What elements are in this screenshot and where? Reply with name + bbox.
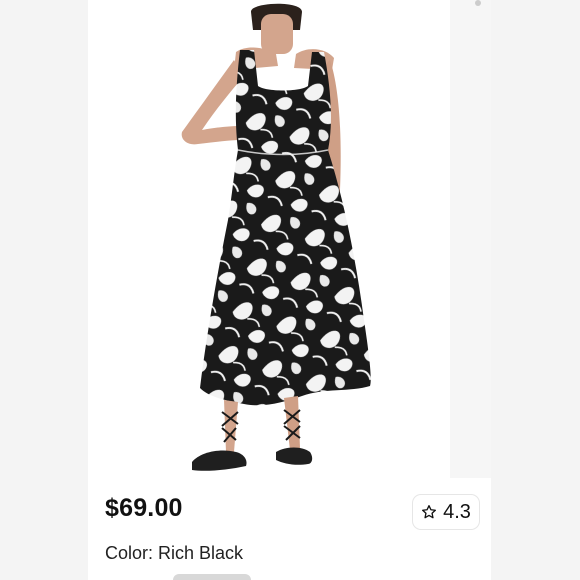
rating-value: 4.3 — [443, 500, 471, 523]
star-outline-icon — [422, 505, 437, 519]
color-label: Color: — [105, 543, 159, 563]
next-photo-peek[interactable] — [450, 0, 491, 478]
color-line: Color: Rich Black — [105, 543, 243, 564]
model-in-dress-image — [181, 3, 371, 471]
carousel-indicator — [475, 0, 481, 6]
product-price: $69.00 — [105, 494, 183, 522]
left-gutter — [0, 0, 88, 580]
right-gutter — [491, 0, 580, 580]
rating-badge[interactable]: 4.3 — [413, 495, 479, 529]
color-value: Rich Black — [158, 543, 244, 563]
product-photo[interactable] — [88, 0, 448, 478]
scroll-handle[interactable] — [173, 574, 251, 580]
product-card[interactable]: $69.00 4.3 Color: Rich Black — [88, 0, 491, 580]
